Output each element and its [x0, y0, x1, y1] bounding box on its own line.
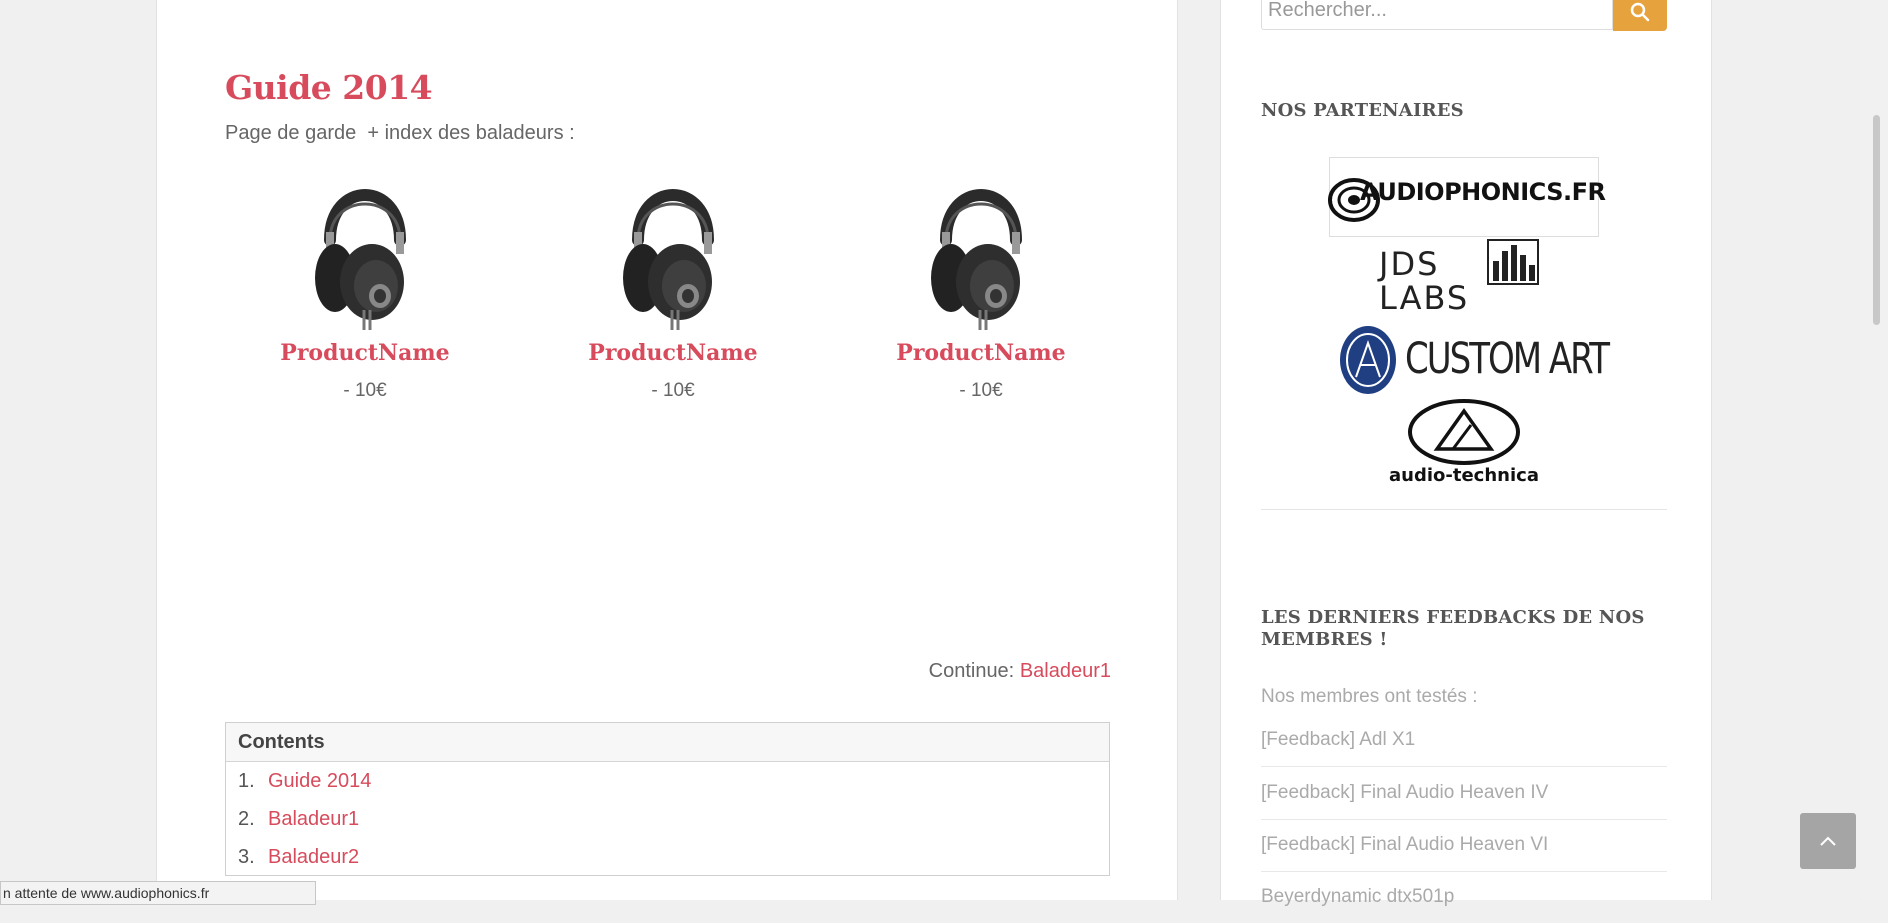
partner-audiophonics-text: AUDIOPHONICS.FR — [1360, 178, 1606, 206]
feedback-link[interactable]: Beyerdynamic dtx501p — [1261, 871, 1667, 923]
toc-item[interactable]: 2. Baladeur1 — [226, 800, 1109, 838]
product-card[interactable]: ProductName - 10€ — [831, 170, 1131, 402]
toc-item-link[interactable]: Baladeur1 — [268, 808, 359, 830]
audio-technica-logo-icon — [1408, 399, 1520, 465]
product-price: - 10€ — [959, 380, 1003, 401]
toc-item[interactable]: 1. Guide 2014 — [226, 762, 1109, 800]
main-content: Guide 2014 Page de garde + index des bal… — [156, 0, 1178, 900]
partner-logo-audio-technica[interactable]: audio-technica — [1359, 399, 1569, 489]
product-card[interactable]: ProductName - 10€ — [523, 170, 823, 402]
page-subtitle: Page de garde + index des baladeurs : — [225, 122, 575, 144]
product-price: - 10€ — [651, 380, 695, 401]
equalizer-icon — [1487, 239, 1539, 285]
partner-logo-custom-art[interactable]: CUSTOM ART — [1339, 325, 1610, 397]
partner-audio-technica-text: audio-technica — [1389, 465, 1539, 486]
continue-link[interactable]: Baladeur1 — [1020, 660, 1111, 682]
product-name-link[interactable]: ProductName — [523, 340, 823, 366]
toc-item-number: 2. — [238, 808, 255, 830]
headphones-icon — [623, 189, 714, 330]
toc-item[interactable]: 3. Baladeur2 — [226, 838, 1109, 876]
page-scrollbar[interactable] — [1860, 0, 1888, 900]
browser-status-bar: n attente de www.audiophonics.fr — [0, 881, 316, 905]
chevron-up-icon — [1820, 836, 1836, 846]
divider — [1261, 509, 1667, 510]
search-input[interactable]: Rechercher... — [1261, 0, 1613, 30]
toc-heading: Contents — [226, 723, 1109, 762]
partner-logo-jds-labs[interactable]: JDS LABS — [1379, 237, 1549, 321]
partner-custom-art-text: CUSTOM ART — [1405, 334, 1610, 384]
feedback-title: LES DERNIERS FEEDBACKS DE NOS MEMBRES ! — [1261, 607, 1645, 650]
custom-art-logo-icon — [1340, 326, 1396, 394]
headphones-icon — [931, 189, 1022, 330]
scrollbar-thumb[interactable] — [1873, 115, 1880, 325]
feedback-link[interactable]: [Feedback] Adl X1 — [1261, 714, 1667, 767]
toc-item-link[interactable]: Baladeur2 — [268, 846, 359, 868]
partner-logo-audiophonics[interactable]: AUDIOPHONICS.FR — [1328, 157, 1606, 237]
search-icon — [1630, 2, 1650, 21]
product-name-link[interactable]: ProductName — [215, 340, 515, 366]
partner-jds-text: JDS LABS — [1379, 245, 1470, 317]
back-to-top-button[interactable] — [1800, 813, 1856, 869]
toc-item-number: 3. — [238, 846, 255, 868]
sidebar: Rechercher... NOS PARTENAIRES AUDIOPHONI… — [1220, 0, 1712, 907]
continue-line: Continue: Baladeur1 — [929, 660, 1111, 683]
continue-label: Continue: — [928, 660, 1015, 682]
partners-title: NOS PARTENAIRES — [1261, 100, 1464, 121]
feedback-link[interactable]: [Feedback] Final Audio Heaven VI — [1261, 819, 1667, 872]
product-name-link[interactable]: ProductName — [831, 340, 1131, 366]
page-title: Guide 2014 — [225, 68, 433, 107]
toc-item-link[interactable]: Guide 2014 — [268, 770, 371, 792]
product-price: - 10€ — [343, 380, 387, 401]
feedback-intro: Nos membres ont testés : — [1261, 686, 1478, 707]
search-button[interactable] — [1613, 0, 1667, 31]
headphones-icon — [315, 189, 406, 330]
feedback-link[interactable]: [Feedback] Final Audio Heaven IV — [1261, 767, 1667, 820]
product-card[interactable]: ProductName - 10€ — [215, 170, 515, 402]
toc-item-number: 1. — [238, 770, 255, 792]
table-of-contents: Contents 1. Guide 2014 2. Baladeur1 3. Bala… — [225, 722, 1110, 876]
